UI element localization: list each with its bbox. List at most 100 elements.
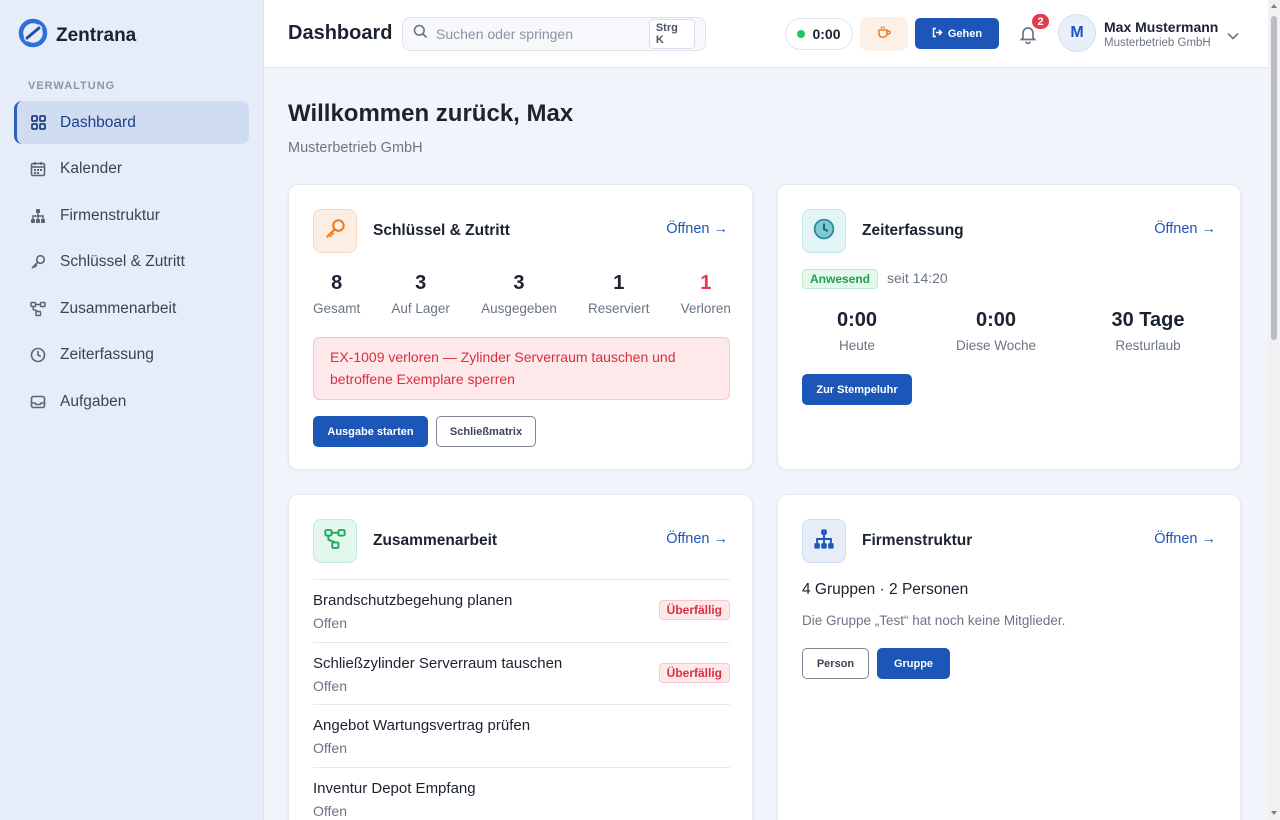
sidebar-section-label: VERWALTUNG <box>28 80 116 92</box>
org-note: Die Gruppe „Test“ hat noch keine Mitglie… <box>802 613 1066 628</box>
sidebar-item-kalender[interactable]: Kalender <box>14 148 249 191</box>
sidebar: Zentrana VERWALTUNG Dashboard Kalender F… <box>0 0 264 820</box>
sidebar-item-label: Kalender <box>60 160 123 177</box>
search-box[interactable]: Strg K <box>402 17 706 51</box>
stat-lost: 1 Verloren <box>681 272 731 316</box>
task-status: Offen <box>313 740 347 756</box>
task-list: Brandschutzbegehung planen Offen Überfäl… <box>313 579 730 820</box>
break-button[interactable] <box>860 17 908 51</box>
task-status: Offen <box>313 802 347 819</box>
key-stats: 8 Gesamt 3 Auf Lager 3 Ausgegeben 1 Rese… <box>313 272 731 316</box>
add-person-button[interactable]: Person <box>802 648 869 679</box>
sidebar-item-zusammenarbeit[interactable]: Zusammenarbeit <box>14 287 249 330</box>
open-link[interactable]: Öffnen → <box>666 531 728 547</box>
search-shortcut-hint: Strg K <box>648 19 695 49</box>
user-company: Musterbetrieb GmbH <box>1104 37 1211 49</box>
page-title: Dashboard <box>288 22 393 44</box>
task-title: Inventur Depot Empfang <box>313 779 476 797</box>
sidebar-item-aufgaben[interactable]: Aufgaben <box>14 380 249 423</box>
scroll-up-arrow-icon[interactable] <box>1271 4 1277 8</box>
org-structure-card: Firmenstruktur Öffnen → 4 Gruppen · 2 Pe… <box>777 494 1241 820</box>
task-title: Angebot Wartungsvertrag prüfen <box>313 717 531 734</box>
stat-label: Heute <box>838 338 876 353</box>
keys-card: Schlüssel & Zutritt Öffnen → 8 Gesamt 3 … <box>288 184 753 470</box>
open-link[interactable]: Öffnen → <box>1154 221 1216 237</box>
stat-label: Gesamt <box>313 301 361 316</box>
time-tracking-card: Zeiterfassung Öffnen → Anwesend seit 14:… <box>777 184 1241 470</box>
overdue-badge: Überfällig <box>658 662 730 683</box>
present-since: seit 14:20 <box>887 270 948 286</box>
brand[interactable]: Zentrana <box>18 18 136 53</box>
go-button[interactable]: Gehen <box>915 18 999 49</box>
clock-icon <box>813 218 835 245</box>
sidebar-item-label: Schlüssel & Zutritt <box>60 253 185 270</box>
stat-value: 0:00 <box>975 309 1017 331</box>
sidebar-item-label: Zeiterfassung <box>60 346 154 363</box>
sidebar-item-label: Firmenstruktur <box>60 206 160 224</box>
stat-value: 3 <box>415 272 427 294</box>
sidebar-item-dashboard[interactable]: Dashboard <box>14 101 249 144</box>
key-icon <box>324 218 346 245</box>
status-badge: Anwesend <box>802 269 879 289</box>
key-icon <box>30 254 46 270</box>
page-scrollbar[interactable] <box>1268 0 1280 820</box>
sidebar-item-zeiterfassung[interactable]: Zeiterfassung <box>14 334 249 377</box>
logout-icon <box>932 27 943 41</box>
welcome-subtitle: Musterbetrieb GmbH <box>288 140 423 156</box>
sidebar-item-label: Dashboard <box>60 113 136 131</box>
sidebar-item-label: Aufgaben <box>60 392 127 410</box>
search-input[interactable] <box>436 26 641 42</box>
stat-label: Ausgegeben <box>481 301 557 316</box>
go-button-label: Gehen <box>947 27 983 40</box>
clock-icon <box>30 347 46 363</box>
calendar-icon <box>30 161 46 177</box>
card-title: Zusammenarbeit <box>373 532 498 549</box>
add-group-button[interactable]: Gruppe <box>877 648 950 679</box>
overdue-badge: Überfällig <box>658 600 730 620</box>
list-item[interactable]: Schließzylinder Serverraum tauschen Offe… <box>313 641 730 705</box>
stat-label: Auf Lager <box>391 301 450 316</box>
stat-in-stock: 3 Auf Lager <box>391 272 450 316</box>
stat-label: Verloren <box>680 301 731 316</box>
card-icon-box <box>802 209 846 253</box>
list-item[interactable]: Angebot Wartungsvertrag prüfen Offen <box>313 704 730 767</box>
workflow-icon <box>324 528 346 555</box>
task-title: Brandschutzbegehung planen <box>313 592 513 609</box>
list-item[interactable]: Brandschutzbegehung planen Offen Überfäl… <box>313 579 730 642</box>
stat-value: 30 Tage <box>1111 309 1185 331</box>
user-name: Max Mustermann <box>1104 19 1219 35</box>
timer-value: 0:00 <box>812 26 841 42</box>
stat-this-week: 0:00 Diese Woche <box>936 309 1056 353</box>
grid-icon <box>30 115 46 131</box>
stat-reserved: 1 Reserviert <box>588 272 650 316</box>
open-link[interactable]: Öffnen → <box>666 221 728 237</box>
stat-label: Resturlaub <box>1115 338 1181 353</box>
welcome-title: Willkommen zurück, Max <box>288 100 574 127</box>
start-issue-button[interactable]: Ausgabe starten <box>313 416 428 447</box>
notification-badge: 2 <box>1030 12 1051 31</box>
time-clock-button[interactable]: Zur Stempeluhr <box>802 374 912 405</box>
card-title: Schlüssel & Zutritt <box>373 222 510 239</box>
scrollbar-thumb[interactable] <box>1271 16 1277 340</box>
task-title: Schließzylinder Serverraum tauschen <box>313 654 563 672</box>
locking-matrix-button[interactable]: Schließmatrix <box>436 416 536 447</box>
avatar[interactable]: M <box>1058 14 1096 52</box>
search-icon <box>413 24 428 44</box>
card-icon-box <box>313 519 357 563</box>
status-dot-icon <box>797 30 806 38</box>
timer-pill[interactable]: 0:00 <box>785 18 853 50</box>
org-summary: 4 Gruppen · 2 Personen <box>802 581 969 598</box>
stat-today: 0:00 Heute <box>812 309 902 353</box>
chevron-down-icon[interactable] <box>1226 28 1240 46</box>
scroll-down-arrow-icon[interactable] <box>1271 811 1277 815</box>
sidebar-item-firmenstruktur[interactable]: Firmenstruktur <box>14 194 249 237</box>
sidebar-item-schluessel[interactable]: Schlüssel & Zutritt <box>14 241 249 284</box>
sidebar-item-label: Zusammenarbeit <box>60 299 177 317</box>
top-bar: Dashboard Strg K 0:00 Gehen 2 M Max Must… <box>264 0 1268 68</box>
stat-value: 1 <box>613 272 625 294</box>
list-item[interactable]: Inventur Depot Empfang Offen <box>313 766 730 820</box>
lost-key-alert: EX-1009 verloren — Zylinder Serverraum t… <box>313 337 730 400</box>
inbox-icon <box>30 394 46 410</box>
task-status: Offen <box>313 615 347 631</box>
open-link[interactable]: Öffnen → <box>1154 531 1216 547</box>
